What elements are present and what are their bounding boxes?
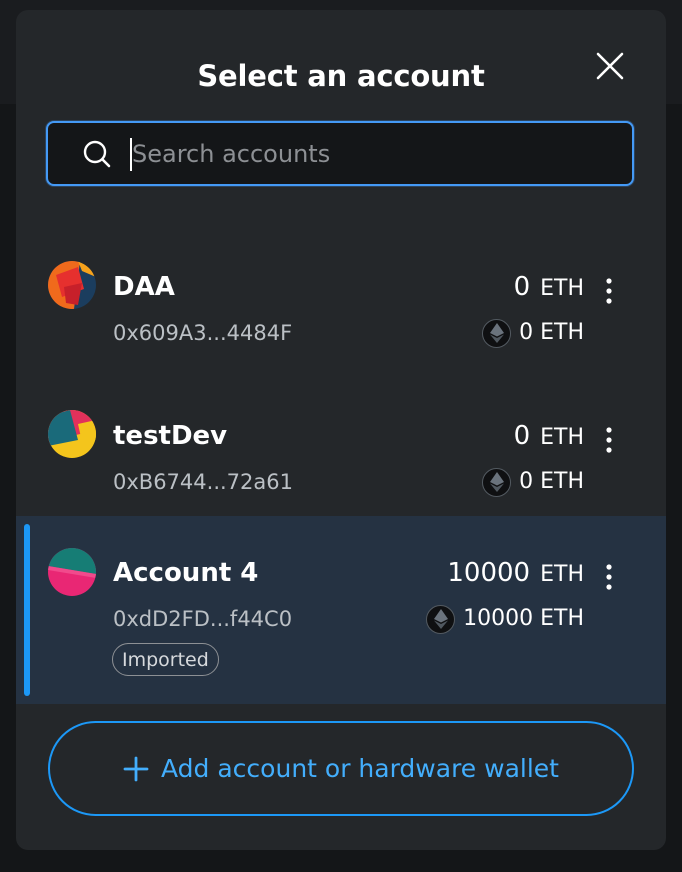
secondary-balance-text: 10000 ETH: [463, 606, 584, 631]
account-secondary-balance: 0 ETH: [482, 466, 584, 498]
avatar: [48, 261, 96, 309]
account-address: 0x609A3...4484F: [113, 321, 293, 345]
kebab-menu-icon: [606, 564, 612, 590]
search-field[interactable]: [46, 121, 634, 186]
account-row[interactable]: testDev 0xB6744...72a61 0 ETH 0 ETH: [16, 375, 666, 520]
account-selector-modal: Select an account DAA 0x609A3...4484F 0: [16, 10, 666, 850]
account-row[interactable]: DAA 0x609A3...4484F 0 ETH 0 ETH: [16, 226, 666, 371]
close-button[interactable]: [594, 50, 626, 82]
account-balance: 10000 ETH: [447, 556, 584, 592]
balance-unit: ETH: [540, 276, 584, 301]
account-secondary-balance: 0 ETH: [482, 317, 584, 349]
account-balance: 0 ETH: [514, 270, 584, 306]
account-balance: 0 ETH: [514, 419, 584, 455]
avatar: [48, 410, 96, 458]
search-icon: [83, 140, 111, 168]
kebab-menu-icon: [606, 427, 612, 453]
search-input[interactable]: [132, 131, 612, 177]
account-options-button[interactable]: [600, 425, 618, 455]
account-row-selected[interactable]: Account 4 0xdD2FD...f44C0 Imported 10000…: [16, 516, 666, 704]
eth-icon: [482, 467, 512, 497]
close-icon: [596, 52, 624, 80]
account-address: 0xB6744...72a61: [113, 470, 293, 494]
balance-unit: ETH: [540, 562, 584, 587]
account-secondary-balance: 10000 ETH: [426, 603, 584, 635]
account-name: testDev: [113, 421, 228, 451]
secondary-balance-text: 0 ETH: [519, 320, 584, 345]
account-name: DAA: [113, 272, 175, 302]
balance-value: 10000: [447, 558, 531, 588]
selected-indicator: [24, 524, 30, 696]
eth-icon: [482, 318, 512, 348]
imported-badge: Imported: [112, 643, 219, 676]
account-options-button[interactable]: [600, 276, 618, 306]
account-address: 0xdD2FD...f44C0: [113, 607, 293, 631]
add-account-label: Add account or hardware wallet: [161, 753, 559, 783]
secondary-balance-text: 0 ETH: [519, 469, 584, 494]
modal-title: Select an account: [197, 59, 485, 93]
account-options-button[interactable]: [600, 562, 618, 592]
avatar: [48, 548, 96, 596]
balance-value: 0: [513, 272, 531, 302]
balance-value: 0: [513, 421, 531, 451]
account-name: Account 4: [113, 558, 259, 588]
add-account-button[interactable]: Add account or hardware wallet: [48, 721, 634, 816]
plus-icon: [123, 756, 149, 781]
balance-unit: ETH: [540, 425, 584, 450]
kebab-menu-icon: [606, 278, 612, 304]
eth-icon: [426, 604, 456, 634]
